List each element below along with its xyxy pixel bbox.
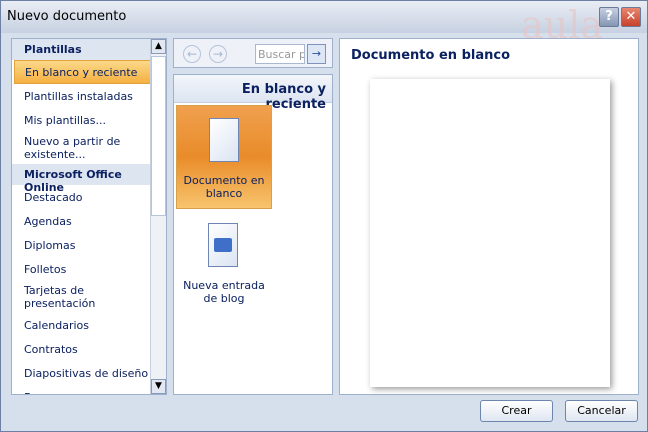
create-button[interactable]: Crear [480, 400, 553, 422]
sidebar-item-folletos[interactable]: Folletos [12, 257, 166, 281]
sidebar-item-diapositivas[interactable]: Diapositivas de diseño [12, 361, 166, 385]
tile-documento-en-blanco[interactable]: Documento en blanco [176, 105, 272, 209]
tile-nueva-entrada-blog[interactable]: Nueva entrada de blog [176, 217, 272, 321]
preview-title: Documento en blanco [351, 48, 510, 63]
preview-panel: Documento en blanco [339, 38, 639, 395]
dialog-title: Nuevo documento [7, 9, 127, 24]
close-button[interactable]: ✕ [621, 7, 641, 27]
sidebar-item-calendarios[interactable]: Calendarios [12, 313, 166, 337]
back-arrow-icon[interactable]: ← [183, 45, 201, 63]
sidebar-item-en-blanco[interactable]: En blanco y reciente [14, 60, 164, 84]
blank-document-icon [209, 118, 239, 162]
sidebar-item-faxes[interactable]: Faxes [12, 385, 166, 395]
cancel-button[interactable]: Cancelar [565, 400, 638, 422]
scroll-thumb[interactable] [151, 56, 166, 216]
nav-bar: ← → Buscar pl → [173, 38, 333, 68]
tile-label: Nueva entrada de blog [183, 279, 265, 305]
gallery-heading: En blanco y reciente [174, 75, 332, 112]
section-office-online: Microsoft Office Online [12, 164, 166, 194]
section-plantillas: Plantillas [12, 39, 166, 60]
sidebar-item-mis-plantillas[interactable]: Mis plantillas... [12, 108, 166, 132]
scrollbar[interactable]: ▲ ▼ [150, 39, 166, 394]
scroll-up-icon[interactable]: ▲ [151, 39, 166, 54]
search-input[interactable]: Buscar pl [255, 44, 305, 64]
tile-label: Documento en blanco [183, 174, 265, 200]
scroll-down-icon[interactable]: ▼ [151, 379, 166, 394]
sidebar-item-nuevo-existente[interactable]: Nuevo a partir de existente... [12, 132, 166, 164]
sidebar-item-diplomas[interactable]: Diplomas [12, 233, 166, 257]
forward-arrow-icon[interactable]: → [209, 45, 227, 63]
sidebar-item-instaladas[interactable]: Plantillas instaladas [12, 84, 166, 108]
sidebar-item-agendas[interactable]: Agendas [12, 209, 166, 233]
blog-post-icon [208, 223, 238, 267]
template-category-list: Plantillas En blanco y reciente Plantill… [11, 38, 167, 395]
title-bar: Nuevo documento aula Clic ? ✕ [1, 1, 647, 91]
help-button[interactable]: ? [599, 7, 619, 27]
sidebar-item-contratos[interactable]: Contratos [12, 337, 166, 361]
dialog: Nuevo documento aula Clic ? ✕ Plantillas… [0, 0, 648, 432]
preview-page [370, 79, 610, 387]
template-gallery: En blanco y reciente Documento en blanco… [173, 74, 333, 395]
sidebar-item-tarjetas[interactable]: Tarjetas de presentación [12, 281, 166, 313]
search-go-button[interactable]: → [307, 44, 326, 64]
